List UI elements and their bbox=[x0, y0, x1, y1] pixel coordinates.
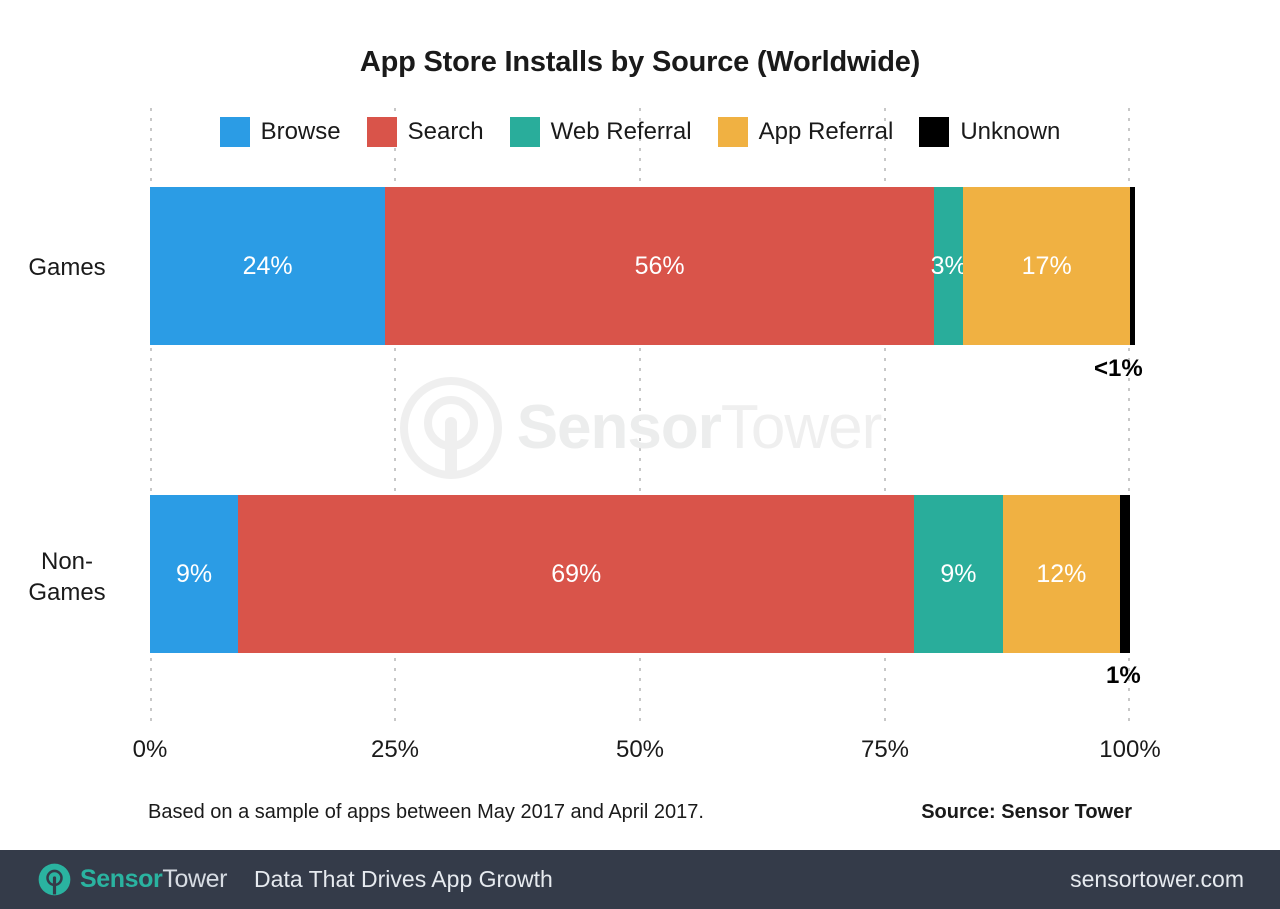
legend-swatch-app-referral bbox=[717, 117, 748, 147]
bar-segment-games-unknown[interactable] bbox=[1130, 187, 1135, 345]
x-axis: 0% 25% 50% 75% 100% bbox=[0, 736, 1280, 770]
sensor-tower-logo-icon bbox=[38, 863, 71, 896]
bar-segment-label: 24% bbox=[242, 251, 293, 280]
category-label-non-games: Non- Games bbox=[28, 548, 106, 606]
bar-segment-non-games-browse[interactable]: 9% bbox=[150, 495, 239, 653]
bar-segment-label: 69% bbox=[551, 559, 602, 588]
legend-item-unknown[interactable]: Unknown bbox=[919, 117, 1060, 147]
bar-segment-label: 9% bbox=[940, 559, 977, 588]
category-label-games: Games bbox=[28, 254, 106, 281]
bar-segment-non-games-unknown[interactable] bbox=[1120, 495, 1130, 653]
footer-bar: SensorTower Data That Drives App Growth … bbox=[0, 850, 1280, 909]
bar-segment-games-browse[interactable]: 24% bbox=[150, 187, 386, 345]
x-tick-25: 25% bbox=[370, 736, 420, 763]
legend-label-unknown: Unknown bbox=[960, 118, 1061, 145]
bar-row-games: 24% 56% 3% 17% bbox=[150, 187, 1135, 345]
footer-url[interactable]: sensortower.com bbox=[1070, 868, 1244, 891]
legend-item-browse[interactable]: Browse bbox=[219, 117, 341, 147]
bar-segment-label: 17% bbox=[1021, 251, 1072, 280]
footer-brand[interactable]: SensorTower bbox=[38, 863, 227, 896]
legend-label-search: Search bbox=[407, 118, 484, 145]
chart-legend: Browse Search Web Referral App Referral … bbox=[150, 117, 1130, 147]
chart-source: Source: Sensor Tower bbox=[921, 801, 1132, 823]
bar-segment-non-games-app-referral[interactable]: 12% bbox=[1002, 495, 1121, 653]
legend-item-web-referral[interactable]: Web Referral bbox=[509, 117, 692, 147]
bar-segment-non-games-web-referral[interactable]: 9% bbox=[914, 495, 1003, 653]
bar-segment-label: 12% bbox=[1036, 559, 1087, 588]
callout-non-games-unknown: 1% bbox=[1106, 662, 1141, 689]
bar-segment-label: 9% bbox=[176, 559, 213, 588]
bar-segment-games-web-referral[interactable]: 3% bbox=[931, 187, 967, 345]
footer-brand-primary: Sensor bbox=[80, 865, 163, 893]
x-tick-75: 75% bbox=[860, 736, 910, 763]
legend-label-app-referral: App Referral bbox=[758, 118, 894, 145]
bar-segment-label: 3% bbox=[930, 251, 967, 280]
legend-swatch-web-referral bbox=[509, 117, 540, 147]
legend-swatch-search bbox=[366, 117, 397, 147]
callout-games-unknown: <1% bbox=[1094, 355, 1143, 382]
legend-swatch-browse bbox=[219, 117, 250, 147]
x-tick-100: 100% bbox=[1099, 736, 1161, 763]
x-tick-0: 0% bbox=[132, 736, 168, 763]
bar-segment-games-app-referral[interactable]: 17% bbox=[963, 187, 1130, 345]
x-tick-50: 50% bbox=[615, 736, 665, 763]
footer-brand-secondary: Tower bbox=[162, 865, 228, 893]
legend-label-web-referral: Web Referral bbox=[550, 118, 692, 145]
bar-segment-label: 56% bbox=[634, 251, 685, 280]
bar-row-non-games: 9% 69% 9% 12% bbox=[150, 495, 1130, 653]
bar-segment-non-games-search[interactable]: 69% bbox=[238, 495, 915, 653]
legend-item-app-referral[interactable]: App Referral bbox=[717, 117, 894, 147]
chart-footnote: Based on a sample of apps between May 20… bbox=[148, 801, 704, 823]
bar-segment-games-search[interactable]: 56% bbox=[385, 187, 934, 345]
plot-area: 24% 56% 3% 17% 9% 69% 9% 12% bbox=[150, 108, 1135, 725]
legend-item-search[interactable]: Search bbox=[366, 117, 484, 147]
footer-tagline: Data That Drives App Growth bbox=[254, 866, 553, 892]
legend-label-browse: Browse bbox=[260, 118, 341, 145]
legend-swatch-unknown bbox=[919, 117, 950, 147]
page-title: App Store Installs by Source (Worldwide) bbox=[359, 46, 921, 78]
